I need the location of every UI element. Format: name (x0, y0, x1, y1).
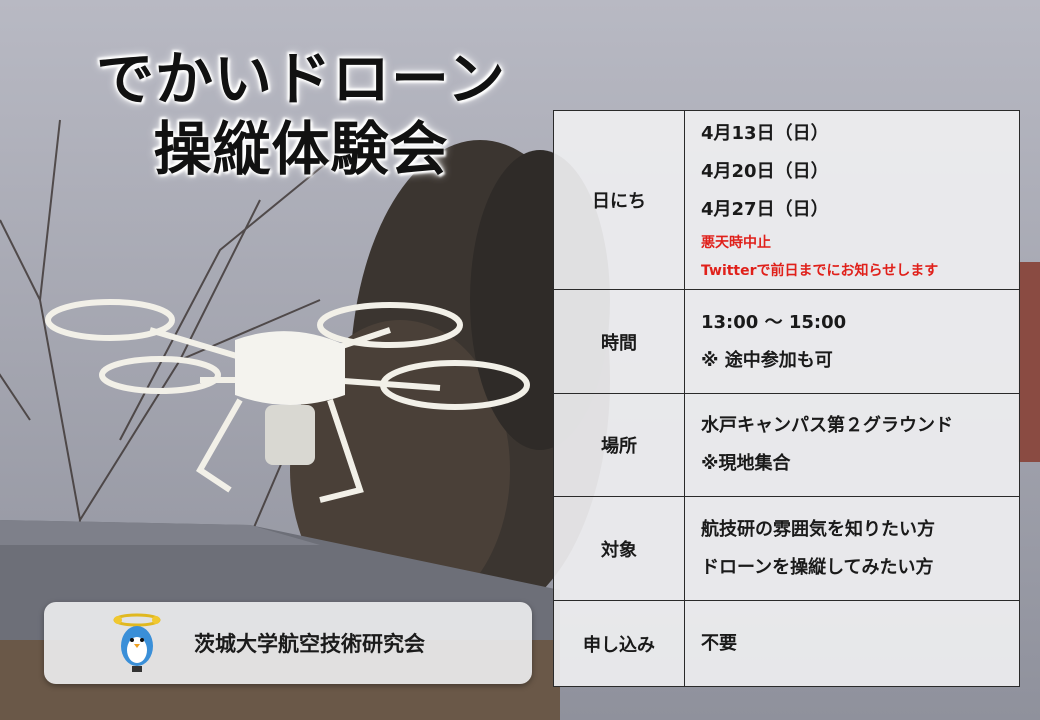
value-place: 水戸キャンパス第２グラウンド ※現地集合 (684, 393, 1020, 497)
time-note: ※ 途中参加も可 (701, 349, 833, 371)
label-target: 対象 (553, 496, 685, 601)
label-date: 日にち (553, 110, 685, 290)
row-place: 場所 水戸キャンパス第２グラウンド ※現地集合 (553, 393, 1020, 497)
note-twitter: Twitterで前日までにお知らせします (701, 263, 939, 279)
label-time: 時間 (553, 289, 685, 394)
date-2: 4月20日（日） (701, 161, 829, 182)
value-target: 航技研の雰囲気を知りたい方 ドローンを操縦してみたい方 (684, 496, 1020, 601)
label-apply: 申し込み (553, 600, 685, 687)
organization-banner: 茨城大学航空技術研究会 (44, 602, 532, 684)
event-title-line2: 操縦体験会 (153, 115, 449, 183)
place-name: 水戸キャンパス第２グラウンド (701, 415, 953, 436)
value-time: 13:00 〜 15:00 ※ 途中参加も可 (684, 289, 1020, 394)
label-place: 場所 (553, 393, 685, 497)
event-title: でかいドローン 操縦体験会 (66, 44, 536, 184)
value-date: 4月13日（日） 4月20日（日） 4月27日（日） 悪天時中止 Twitter… (684, 110, 1020, 290)
event-title-line1: でかいドローン (95, 45, 507, 113)
event-info-table: 日にち 4月13日（日） 4月20日（日） 4月27日（日） 悪天時中止 Twi… (553, 110, 1020, 687)
date-3: 4月27日（日） (701, 199, 829, 220)
place-note: ※現地集合 (701, 453, 791, 474)
value-apply: 不要 (684, 600, 1020, 687)
row-apply: 申し込み 不要 (553, 600, 1020, 687)
date-1: 4月13日（日） (701, 123, 829, 144)
organization-name: 茨城大学航空技術研究会 (194, 632, 425, 656)
row-time: 時間 13:00 〜 15:00 ※ 途中参加も可 (553, 289, 1020, 394)
row-target: 対象 航技研の雰囲気を知りたい方 ドローンを操縦してみたい方 (553, 496, 1020, 601)
apply-value: 不要 (701, 632, 737, 654)
row-date: 日にち 4月13日（日） 4月20日（日） 4月27日（日） 悪天時中止 Twi… (553, 110, 1020, 290)
target-2: ドローンを操縦してみたい方 (701, 556, 934, 578)
penguin-drone-mascot-icon (113, 613, 161, 672)
time-range: 13:00 〜 15:00 (701, 311, 847, 333)
target-1: 航技研の雰囲気を知りたい方 (701, 518, 935, 540)
note-weather: 悪天時中止 (701, 235, 771, 251)
